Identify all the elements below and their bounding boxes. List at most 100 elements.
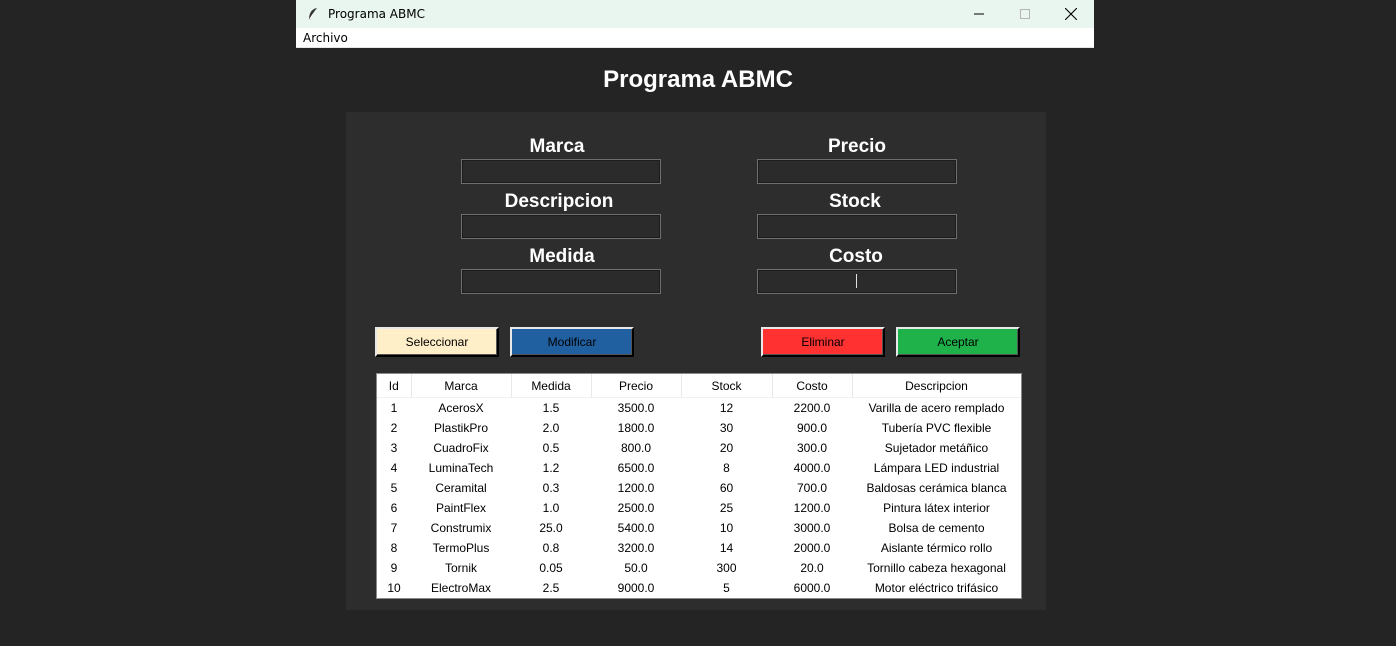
table-cell: 1.5 (542, 401, 560, 415)
table-cell: 9000.0 (617, 581, 655, 595)
table-cell: Motor eléctrico trifásico (874, 581, 999, 595)
table-row[interactable]: 7 Construmix 25.0 5400.0 10 3000.0 Bolsa de ce… (377, 518, 1021, 538)
table-cell: 2000.0 (793, 541, 831, 555)
medida-input[interactable] (461, 269, 661, 294)
close-icon (1065, 8, 1077, 20)
table-row[interactable]: 3 CuadroFix 0.5 800.0 20 300.0 Sujetador metáñ… (377, 438, 1021, 458)
column-header[interactable]: Stock (681, 374, 773, 398)
table-cell: 9 (390, 561, 398, 575)
table-cell: 8 (390, 541, 398, 555)
table-row[interactable]: 8 TermoPlus 0.8 3200.0 14 2000.0 Aislante térm… (377, 538, 1021, 558)
table-cell: 14 (719, 541, 734, 555)
table-cell: 6000.0 (793, 581, 831, 595)
table-cell: ElectroMax (430, 581, 492, 595)
table-cell: 5 (723, 581, 730, 595)
precio-label: Precio (827, 136, 887, 157)
table-cell: Lámpara LED industrial (873, 461, 1000, 475)
page-title: Programa ABMC (603, 66, 793, 93)
table-cell: 2.0 (542, 421, 560, 435)
column-header[interactable]: Precio (591, 374, 682, 398)
table-cell: CuadroFix (433, 441, 489, 455)
medida-label: Medida (529, 246, 595, 267)
table-cell: 800.0 (620, 441, 652, 455)
table-cell: 10 (387, 581, 401, 595)
window-title: Programa ABMC (328, 7, 425, 21)
table-row[interactable]: 1 AcerosX 1.5 3500.0 12 2200.0 Varilla de acer… (377, 398, 1021, 419)
table-cell: 2 (390, 421, 398, 435)
table-cell: 5400.0 (617, 521, 655, 535)
table-cell: 1200.0 (617, 481, 655, 495)
table-cell: 8 (723, 461, 730, 475)
table-cell: 4 (390, 461, 398, 475)
table-cell: 900.0 (796, 421, 828, 435)
table-cell: 300.0 (796, 441, 828, 455)
table-header: Id Marca Medida Precio Stock Costo Descripcion (377, 374, 1021, 398)
table-row[interactable]: 6 PaintFlex 1.0 2500.0 25 1200.0 Pintura látex… (377, 498, 1021, 518)
stock-label: Stock (829, 191, 881, 212)
table-cell: 25 (719, 501, 734, 515)
minimize-button[interactable] (956, 0, 1002, 28)
table-cell: 2.5 (542, 581, 560, 595)
eliminar-button[interactable]: Eliminar (761, 327, 885, 357)
table-cell: 25.0 (539, 521, 563, 535)
costo-label: Costo (829, 246, 883, 267)
table-cell: 50.0 (624, 561, 648, 575)
table-cell: Pintura látex interior (883, 501, 990, 515)
costo-input[interactable] (757, 269, 957, 294)
menubar: Archivo (296, 28, 1094, 48)
column-header[interactable]: Descripcion (852, 374, 1021, 398)
table-cell: 0.5 (542, 441, 560, 455)
seleccionar-button[interactable]: Seleccionar (375, 327, 499, 357)
table-row[interactable]: 5 Ceramital 0.3 1200.0 60 700.0 Baldosas cerám… (377, 478, 1021, 498)
minimize-icon (974, 13, 984, 15)
aceptar-button[interactable]: Aceptar (896, 327, 1020, 357)
products-table[interactable]: Id Marca Medida Precio Stock Costo Descripcion… (376, 373, 1022, 599)
window-titlebar[interactable]: Programa ABMC (296, 0, 1094, 28)
table-cell: Aislante térmico rollo (880, 541, 993, 555)
table-cell: 12 (719, 401, 734, 415)
table-row[interactable]: 2 PlastikPro 2.0 1800.0 30 900.0 Tubería PVC f… (377, 418, 1021, 438)
table-cell: Varilla de acero remplado (868, 401, 1005, 415)
table-cell: 0.3 (542, 481, 560, 495)
table-cell: Sujetador metáñico (884, 441, 989, 455)
maximize-button[interactable] (1002, 0, 1048, 28)
table-body: 1 AcerosX 1.5 3500.0 12 2200.0 Varilla de acer… (377, 398, 1021, 599)
descripcion-input[interactable] (461, 214, 661, 239)
table-cell: 7 (390, 521, 398, 535)
table-cell: 20.0 (800, 561, 824, 575)
table-cell: PlastikPro (433, 421, 489, 435)
table-cell: 60 (719, 481, 734, 495)
column-header[interactable]: Costo (772, 374, 853, 398)
table-row[interactable]: 10 ElectroMax 2.5 9000.0 5 6000.0 Motor eléctr… (377, 578, 1021, 598)
table-cell: LuminaTech (428, 461, 494, 475)
table-cell: 0.05 (539, 561, 563, 575)
modificar-button[interactable]: Modificar (510, 327, 634, 357)
table-cell: Bolsa de cemento (888, 521, 985, 535)
column-header[interactable]: Id (377, 374, 412, 398)
table-row[interactable]: 9 Tornik 0.05 50.0 300 20.0 Tornillo cabeza he… (377, 558, 1021, 578)
table-row[interactable]: 4 LuminaTech 1.2 6500.0 8 4000.0 Lámpara LED i… (377, 458, 1021, 478)
table-cell: 4000.0 (793, 461, 831, 475)
table-cell: 10 (719, 521, 734, 535)
table-cell: 3 (390, 441, 398, 455)
column-header[interactable]: Marca (411, 374, 512, 398)
stock-input[interactable] (757, 214, 957, 239)
table-cell: 0.8 (542, 541, 560, 555)
table-cell: 30 (719, 421, 734, 435)
table-cell: 1.2 (542, 461, 560, 475)
column-header[interactable]: Medida (511, 374, 592, 398)
table-cell: 1800.0 (617, 421, 655, 435)
table-cell: 300 (716, 561, 737, 575)
marca-input[interactable] (461, 159, 661, 184)
table-cell: Baldosas cerámica blanca (866, 481, 1007, 495)
table-cell: 1 (390, 401, 398, 415)
menu-archivo[interactable]: Archivo (303, 31, 348, 45)
table-cell: 3000.0 (793, 521, 831, 535)
table-cell: Ceramital (435, 481, 487, 495)
table-cell: 6 (390, 501, 398, 515)
close-button[interactable] (1048, 0, 1094, 28)
descripcion-label: Descripcion (504, 191, 614, 212)
precio-input[interactable] (757, 159, 957, 184)
table-cell: 3500.0 (617, 401, 655, 415)
table-cell: Tornillo cabeza hexagonal (867, 561, 1006, 575)
